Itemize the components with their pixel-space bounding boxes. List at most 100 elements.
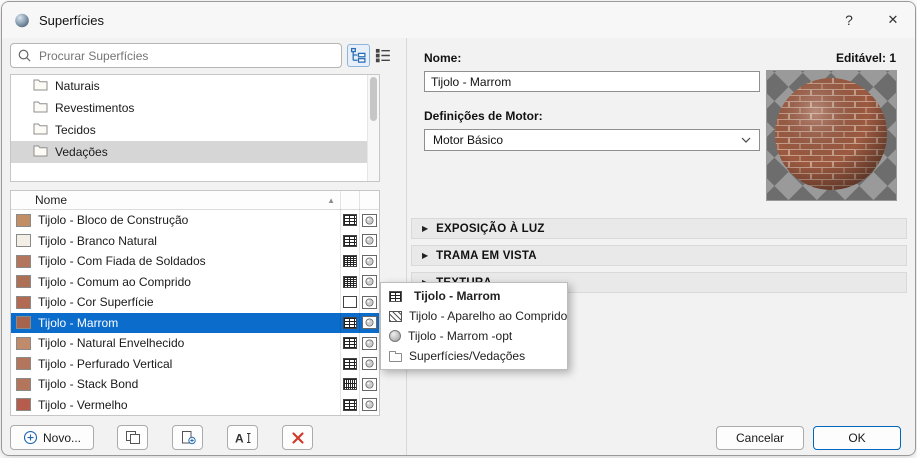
tooltip-icon xyxy=(389,291,402,302)
help-button[interactable]: ? xyxy=(827,2,871,38)
sheet-plus-icon xyxy=(180,430,196,445)
surface-row[interactable]: Tijolo - Comum ao Comprido xyxy=(11,272,379,293)
surface-row[interactable]: Tijolo - Marrom xyxy=(11,313,379,334)
render-preview-icon[interactable] xyxy=(362,296,377,309)
tooltip-item: Superfícies/Vedações xyxy=(381,346,567,366)
surface-color-swatch xyxy=(16,255,31,268)
section-header[interactable]: ▶ EXPOSIÇÃO À LUZ xyxy=(411,218,907,239)
surface-row[interactable]: Tijolo - Com Fiada de Soldados xyxy=(11,251,379,272)
fill-pattern-icon[interactable] xyxy=(343,255,357,267)
column-separator xyxy=(359,191,360,415)
fill-pattern-icon[interactable] xyxy=(343,378,357,390)
ok-button[interactable]: OK xyxy=(813,426,901,450)
render-preview-icon[interactable] xyxy=(362,275,377,288)
render-preview-icon[interactable] xyxy=(362,398,377,411)
surface-color-swatch xyxy=(16,316,31,329)
surface-color-swatch xyxy=(16,214,31,227)
surface-row[interactable]: Tijolo - Bloco de Construção xyxy=(11,210,379,231)
surfaces-dialog: Superfícies ? ✕ xyxy=(1,1,916,456)
editable-count: Editável: 1 xyxy=(836,51,896,65)
folder-item[interactable]: Revestimentos xyxy=(11,97,379,119)
fill-pattern-icon[interactable] xyxy=(343,214,357,226)
fill-pattern-icon[interactable] xyxy=(343,276,357,288)
surface-name-input[interactable] xyxy=(424,71,760,92)
surface-name: Tijolo - Stack Bond xyxy=(38,377,343,391)
engine-select[interactable]: Motor Básico xyxy=(424,129,760,151)
list-view-button[interactable] xyxy=(372,44,395,67)
surface-color-swatch xyxy=(16,296,31,309)
folder-label: Tecidos xyxy=(55,123,96,137)
folder-item[interactable]: Naturais xyxy=(11,75,379,97)
left-panel: Naturais Revestimentos Tecidos xyxy=(2,38,406,455)
surface-color-swatch xyxy=(16,378,31,391)
engine-value: Motor Básico xyxy=(433,133,503,147)
tooltip-item: Tijolo - Marrom xyxy=(381,286,567,306)
folder-label: Revestimentos xyxy=(55,101,134,115)
folder-icon xyxy=(33,122,48,138)
render-preview-icon[interactable] xyxy=(362,337,377,350)
section-header[interactable]: ▶ TRAMA EM VISTA xyxy=(411,245,907,266)
settings-panel: Nome: Editável: 1 Definições de Motor: M… xyxy=(406,38,915,455)
name-label: Nome: xyxy=(424,51,461,65)
surface-row[interactable]: Tijolo - Perfurado Vertical xyxy=(11,354,379,375)
duplicate-button[interactable] xyxy=(117,425,148,450)
surface-name: Tijolo - Perfurado Vertical xyxy=(38,357,343,371)
folder-icon xyxy=(33,144,48,160)
scrollbar-thumb[interactable] xyxy=(370,77,377,121)
surface-color-swatch xyxy=(16,234,31,247)
sort-ascending-icon[interactable]: ▲ xyxy=(327,196,335,205)
surface-row[interactable]: Tijolo - Vermelho xyxy=(11,395,379,416)
rename-icon: A xyxy=(234,431,252,445)
surface-row[interactable]: Tijolo - Cor Superfície xyxy=(11,292,379,313)
surface-name: Tijolo - Natural Envelhecido xyxy=(38,336,343,350)
tree-scrollbar[interactable] xyxy=(367,75,379,181)
surface-name: Tijolo - Comum ao Comprido xyxy=(38,275,343,289)
folder-item[interactable]: Vedações xyxy=(11,141,379,163)
surface-info-tooltip: Tijolo - Marrom Tijolo - Aparelho ao Com… xyxy=(380,282,568,370)
render-preview-icon[interactable] xyxy=(362,357,377,370)
surface-color-swatch xyxy=(16,398,31,411)
tooltip-label: Tijolo - Marrom -opt xyxy=(408,329,512,343)
folder-item[interactable]: Tecidos xyxy=(11,119,379,141)
surface-row[interactable]: Tijolo - Branco Natural xyxy=(11,231,379,252)
surface-row[interactable]: Tijolo - Natural Envelhecido xyxy=(11,333,379,354)
fill-pattern-icon[interactable] xyxy=(343,358,357,370)
chevron-down-icon xyxy=(741,137,751,143)
titlebar: Superfícies ? ✕ xyxy=(2,2,915,38)
tooltip-label: Tijolo - Aparelho ao Comprido xyxy=(409,309,567,323)
tree-view-button[interactable] xyxy=(347,44,370,67)
surface-color-swatch xyxy=(16,275,31,288)
surface-name: Tijolo - Branco Natural xyxy=(38,234,343,248)
rename-button[interactable]: A xyxy=(227,425,258,450)
render-preview-icon[interactable] xyxy=(362,214,377,227)
fill-pattern-icon[interactable] xyxy=(343,337,357,349)
render-preview-icon[interactable] xyxy=(362,378,377,391)
close-button[interactable]: ✕ xyxy=(871,2,915,38)
new-from-selection-button[interactable] xyxy=(172,425,203,450)
surface-name: Tijolo - Cor Superfície xyxy=(38,295,343,309)
collapsed-triangle-icon: ▶ xyxy=(422,251,428,260)
folder-label: Vedações xyxy=(55,145,108,159)
fill-pattern-icon[interactable] xyxy=(343,235,357,247)
render-preview-icon[interactable] xyxy=(362,316,377,329)
search-box xyxy=(10,43,342,68)
plus-circle-icon xyxy=(23,430,38,445)
cancel-button[interactable]: Cancelar xyxy=(716,426,804,450)
surface-name: Tijolo - Bloco de Construção xyxy=(38,213,343,227)
duplicate-icon xyxy=(125,430,141,445)
render-preview-icon[interactable] xyxy=(362,234,377,247)
surface-row[interactable]: Tijolo - Stack Bond xyxy=(11,374,379,395)
search-input[interactable] xyxy=(10,43,342,68)
name-column-header[interactable]: Nome xyxy=(35,193,67,207)
fill-pattern-icon[interactable] xyxy=(343,317,357,329)
delete-button[interactable] xyxy=(282,425,313,450)
surface-name: Tijolo - Vermelho xyxy=(38,398,343,412)
render-preview-icon[interactable] xyxy=(362,255,377,268)
surface-table: Nome ▲ Tijolo - Bloco de Construção xyxy=(10,190,380,416)
new-button[interactable]: Novo... xyxy=(10,425,94,450)
fill-pattern-icon[interactable] xyxy=(343,399,357,411)
fill-pattern-icon[interactable] xyxy=(343,296,357,308)
tooltip-icon xyxy=(389,330,401,342)
table-header[interactable]: Nome ▲ xyxy=(11,191,379,210)
surfaces-app-icon xyxy=(14,12,30,28)
